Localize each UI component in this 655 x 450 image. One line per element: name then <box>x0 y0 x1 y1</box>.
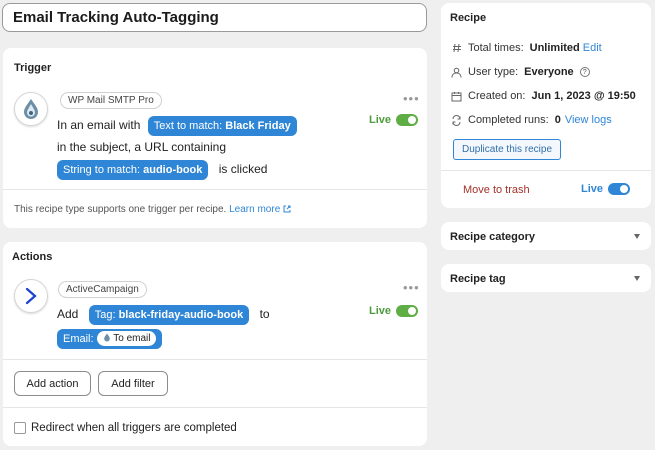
action-live-toggle[interactable]: Live <box>369 305 419 317</box>
trigger-live-toggle[interactable]: Live <box>369 114 419 126</box>
trigger-sentence-line2: in the subject, a URL containing <box>57 140 226 154</box>
user-icon <box>451 66 462 78</box>
recipe-panel-heading: Recipe <box>450 12 487 24</box>
trigger-divider <box>3 189 427 190</box>
action-more-icon[interactable]: ••• <box>403 281 420 294</box>
wp-mail-smtp-small-icon <box>103 333 110 342</box>
recipe-panel-divider <box>441 170 651 171</box>
view-logs-link[interactable]: View logs <box>565 114 612 126</box>
recipe-panel: Recipe Total times: Unlimited Edit User … <box>441 3 651 208</box>
wp-mail-smtp-logo <box>14 92 48 126</box>
recipe-title-input[interactable]: Email Tracking Auto-Tagging <box>2 3 427 32</box>
activecampaign-logo <box>14 279 48 313</box>
recipe-category-panel[interactable]: Recipe category <box>441 222 651 250</box>
action-integration-badge: ActiveCampaign <box>58 281 147 298</box>
add-filter-button[interactable]: Add filter <box>98 371 168 396</box>
actions-divider-bottom <box>3 407 427 408</box>
trigger-note: This recipe type supports one trigger pe… <box>14 204 291 215</box>
actions-card: Actions ActiveCampaign ••• Add Tag: blac… <box>3 242 427 446</box>
trigger-more-icon[interactable]: ••• <box>403 92 420 105</box>
completed-runs-row: Completed runs: 0 View logs <box>451 114 612 126</box>
created-on-row: Created on: Jun 1, 2023 @ 19:50 <box>451 90 636 102</box>
user-type-row: User type: Everyone ? <box>451 66 590 78</box>
trigger-sentence-line1: In an email with Text to match: Black Fr… <box>57 115 297 136</box>
recipe-live-toggle[interactable]: Live <box>581 183 631 195</box>
redirect-label: Redirect when all triggers are completed <box>31 422 237 434</box>
text-to-match-token[interactable]: Text to match: Black Friday <box>147 115 297 136</box>
action-sentence-line2: Email: To email <box>57 328 163 349</box>
trigger-sentence-line3: String to match: audio-book is clicked <box>57 159 267 180</box>
calendar-icon <box>451 90 462 102</box>
recipe-category-heading: Recipe category <box>450 231 535 243</box>
action-sentence-line1: Add Tag: black-friday-audio-book to <box>57 304 270 325</box>
recipe-tag-panel[interactable]: Recipe tag <box>441 264 651 292</box>
to-email-chip: To email <box>96 330 157 346</box>
chevron-down-icon <box>634 276 640 281</box>
refresh-icon <box>451 114 462 126</box>
trigger-heading: Trigger <box>14 62 52 74</box>
move-to-trash-link[interactable]: Move to trash <box>463 184 530 196</box>
string-to-match-token[interactable]: String to match: audio-book <box>57 159 209 180</box>
actions-heading: Actions <box>12 251 53 263</box>
trigger-integration-badge: WP Mail SMTP Pro <box>60 92 162 109</box>
chevron-down-icon <box>634 234 640 239</box>
help-icon[interactable]: ? <box>579 67 590 77</box>
total-times-edit-link[interactable]: Edit <box>583 42 602 54</box>
external-link-icon <box>283 205 291 213</box>
hash-icon <box>451 42 462 54</box>
total-times-row: Total times: Unlimited Edit <box>451 42 602 54</box>
recipe-tag-heading: Recipe tag <box>450 273 506 285</box>
redirect-checkbox[interactable] <box>14 422 26 434</box>
duplicate-recipe-button[interactable]: Duplicate this recipe <box>453 139 561 160</box>
email-token[interactable]: Email: To email <box>57 328 163 349</box>
tag-token[interactable]: Tag: black-friday-audio-book <box>88 304 250 325</box>
actions-divider-top <box>3 359 427 360</box>
learn-more-link[interactable]: Learn more <box>229 204 280 215</box>
trigger-card: Trigger WP Mail SMTP Pro ••• In an email… <box>3 48 427 228</box>
add-action-button[interactable]: Add action <box>14 371 91 396</box>
